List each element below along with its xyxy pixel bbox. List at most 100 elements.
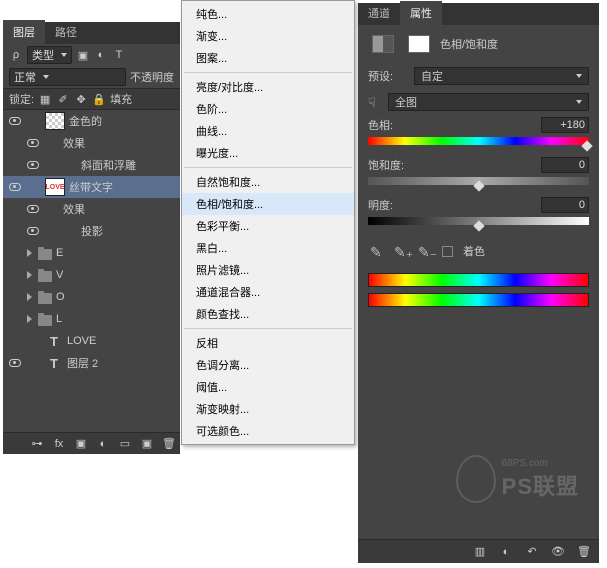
lock-brush-icon[interactable]: ✐ [56, 92, 70, 106]
menu-separator [184, 328, 352, 329]
preset-label: 预设: [368, 68, 408, 84]
fx-label: 效果 [63, 135, 85, 151]
menu-item[interactable]: 曲线... [182, 120, 354, 142]
tab-layers[interactable]: 图层 [3, 20, 45, 44]
expand-icon[interactable] [27, 249, 32, 257]
menu-item[interactable]: 通道混合器... [182, 281, 354, 303]
menu-item[interactable]: 渐变... [182, 25, 354, 47]
colorize-checkbox[interactable] [442, 246, 453, 257]
menu-item[interactable]: 反相 [182, 332, 354, 354]
lig-input[interactable]: 0 [541, 197, 589, 213]
group-row[interactable]: O [3, 286, 180, 308]
adjust-type-icon [372, 35, 394, 53]
filter-kind-select[interactable]: 类型 [27, 46, 72, 64]
layer-fx-row[interactable]: 效果 [3, 132, 180, 154]
tab-paths[interactable]: 路径 [45, 20, 87, 44]
tab-properties[interactable]: 属性 [400, 1, 442, 25]
expand-icon[interactable] [27, 315, 32, 323]
slider-knob[interactable] [473, 220, 484, 231]
layer-row[interactable]: 金色的 [3, 110, 180, 132]
preset-row: 预设: 自定 [358, 63, 599, 89]
visibility-spacer [7, 311, 23, 327]
layer-fx-row[interactable]: 效果 [3, 198, 180, 220]
visibility-toggle[interactable] [25, 223, 41, 239]
text-layer-row[interactable]: T LOVE [3, 330, 180, 352]
properties-panel: 通道 属性 色相/饱和度 预设: 自定 ☟ 全图 色相: +180 饱和度: 0… [358, 3, 599, 563]
lig-label: 明度: [368, 197, 393, 213]
menu-item[interactable]: 纯色... [182, 3, 354, 25]
sat-input[interactable]: 0 [541, 157, 589, 173]
group-row[interactable]: V [3, 264, 180, 286]
menu-item[interactable]: 色相/饱和度... [182, 193, 354, 215]
hue-slider[interactable] [368, 137, 589, 145]
eyedropper-icon[interactable]: ✎ [370, 244, 384, 258]
eyedropper-sub-icon[interactable]: ✎₋ [418, 244, 432, 258]
lock-all-icon[interactable]: 🔒 [92, 92, 106, 106]
visibility-toggle[interactable] [7, 113, 23, 129]
tab-channels[interactable]: 通道 [358, 1, 400, 25]
blend-mode-select[interactable]: 正常 [9, 68, 126, 86]
lig-slider[interactable] [368, 217, 589, 225]
menu-item[interactable]: 自然饱和度... [182, 171, 354, 193]
layer-fx-item[interactable]: 斜面和浮雕 [3, 154, 180, 176]
menu-item[interactable]: 色彩平衡... [182, 215, 354, 237]
menu-item[interactable]: 照片滤镜... [182, 259, 354, 281]
adjustment-icon[interactable]: ◐ [96, 437, 110, 451]
preset-select[interactable]: 自定 [414, 67, 589, 85]
visibility-toggle[interactable] [25, 157, 41, 173]
hue-input[interactable]: +180 [541, 117, 589, 133]
menu-item[interactable]: 图案... [182, 47, 354, 69]
text-layer-row[interactable]: T 图层 2 [3, 352, 180, 374]
visibility-toggle[interactable] [7, 179, 23, 195]
menu-item[interactable]: 渐变映射... [182, 398, 354, 420]
layer-name: 丝带文字 [69, 179, 113, 195]
menu-item[interactable]: 可选颜色... [182, 420, 354, 442]
lock-position-icon[interactable]: ✥ [74, 92, 88, 106]
mask-icon[interactable]: ▣ [74, 437, 88, 451]
layer-row[interactable]: LOVE 丝带文字 [3, 176, 180, 198]
eye-icon [27, 161, 39, 169]
menu-item[interactable]: 色阶... [182, 98, 354, 120]
watermark: 68PS.com PS联盟 [456, 455, 579, 503]
layer-fx-item[interactable]: 投影 [3, 220, 180, 242]
lock-row: 锁定: ▦ ✐ ✥ 🔒 填充 [3, 88, 180, 110]
menu-item[interactable]: 色调分离... [182, 354, 354, 376]
group-row[interactable]: L [3, 308, 180, 330]
logo-icon [456, 455, 496, 503]
filter-image-icon[interactable]: ▣ [76, 48, 90, 62]
slider-knob[interactable] [473, 180, 484, 191]
lock-pixels-icon[interactable]: ▦ [38, 92, 52, 106]
menu-item[interactable]: 黑白... [182, 237, 354, 259]
menu-item[interactable]: 曝光度... [182, 142, 354, 164]
filter-type-icon[interactable]: T [112, 48, 126, 62]
fx-icon[interactable]: fx [52, 437, 66, 451]
group-row[interactable]: E [3, 242, 180, 264]
visibility-toggle[interactable] [25, 135, 41, 151]
visibility-toggle[interactable] [7, 355, 23, 371]
blend-row: 正常 不透明度 [3, 66, 180, 88]
eye-icon [27, 139, 39, 147]
new-layer-icon[interactable]: ▣ [140, 437, 154, 451]
folder-add-icon[interactable]: ▭ [118, 437, 132, 451]
expand-icon[interactable] [27, 271, 32, 279]
scrubby-icon[interactable]: ☟ [368, 95, 382, 109]
filter-adjust-icon[interactable]: ◐ [94, 48, 108, 62]
visibility-icon[interactable]: 👁 [551, 545, 565, 559]
layer-name: 金色的 [69, 113, 102, 129]
delete-icon[interactable]: 🗑 [577, 545, 591, 559]
expand-icon[interactable] [27, 293, 32, 301]
visibility-toggle[interactable] [25, 201, 41, 217]
eyedropper-add-icon[interactable]: ✎₊ [394, 244, 408, 258]
trash-icon[interactable]: 🗑 [162, 437, 176, 451]
link-icon[interactable]: ⊶ [30, 437, 44, 451]
menu-item[interactable]: 颜色查找... [182, 303, 354, 325]
sat-slider[interactable] [368, 177, 589, 185]
prev-icon[interactable]: ◐ [499, 545, 513, 559]
reset-icon[interactable]: ↶ [525, 545, 539, 559]
edit-select[interactable]: 全图 [388, 93, 589, 111]
left-tabs: 图层 路径 [3, 22, 180, 44]
slider-knob[interactable] [581, 140, 592, 151]
menu-item[interactable]: 阈值... [182, 376, 354, 398]
clip-icon[interactable]: ▥ [473, 545, 487, 559]
menu-item[interactable]: 亮度/对比度... [182, 76, 354, 98]
